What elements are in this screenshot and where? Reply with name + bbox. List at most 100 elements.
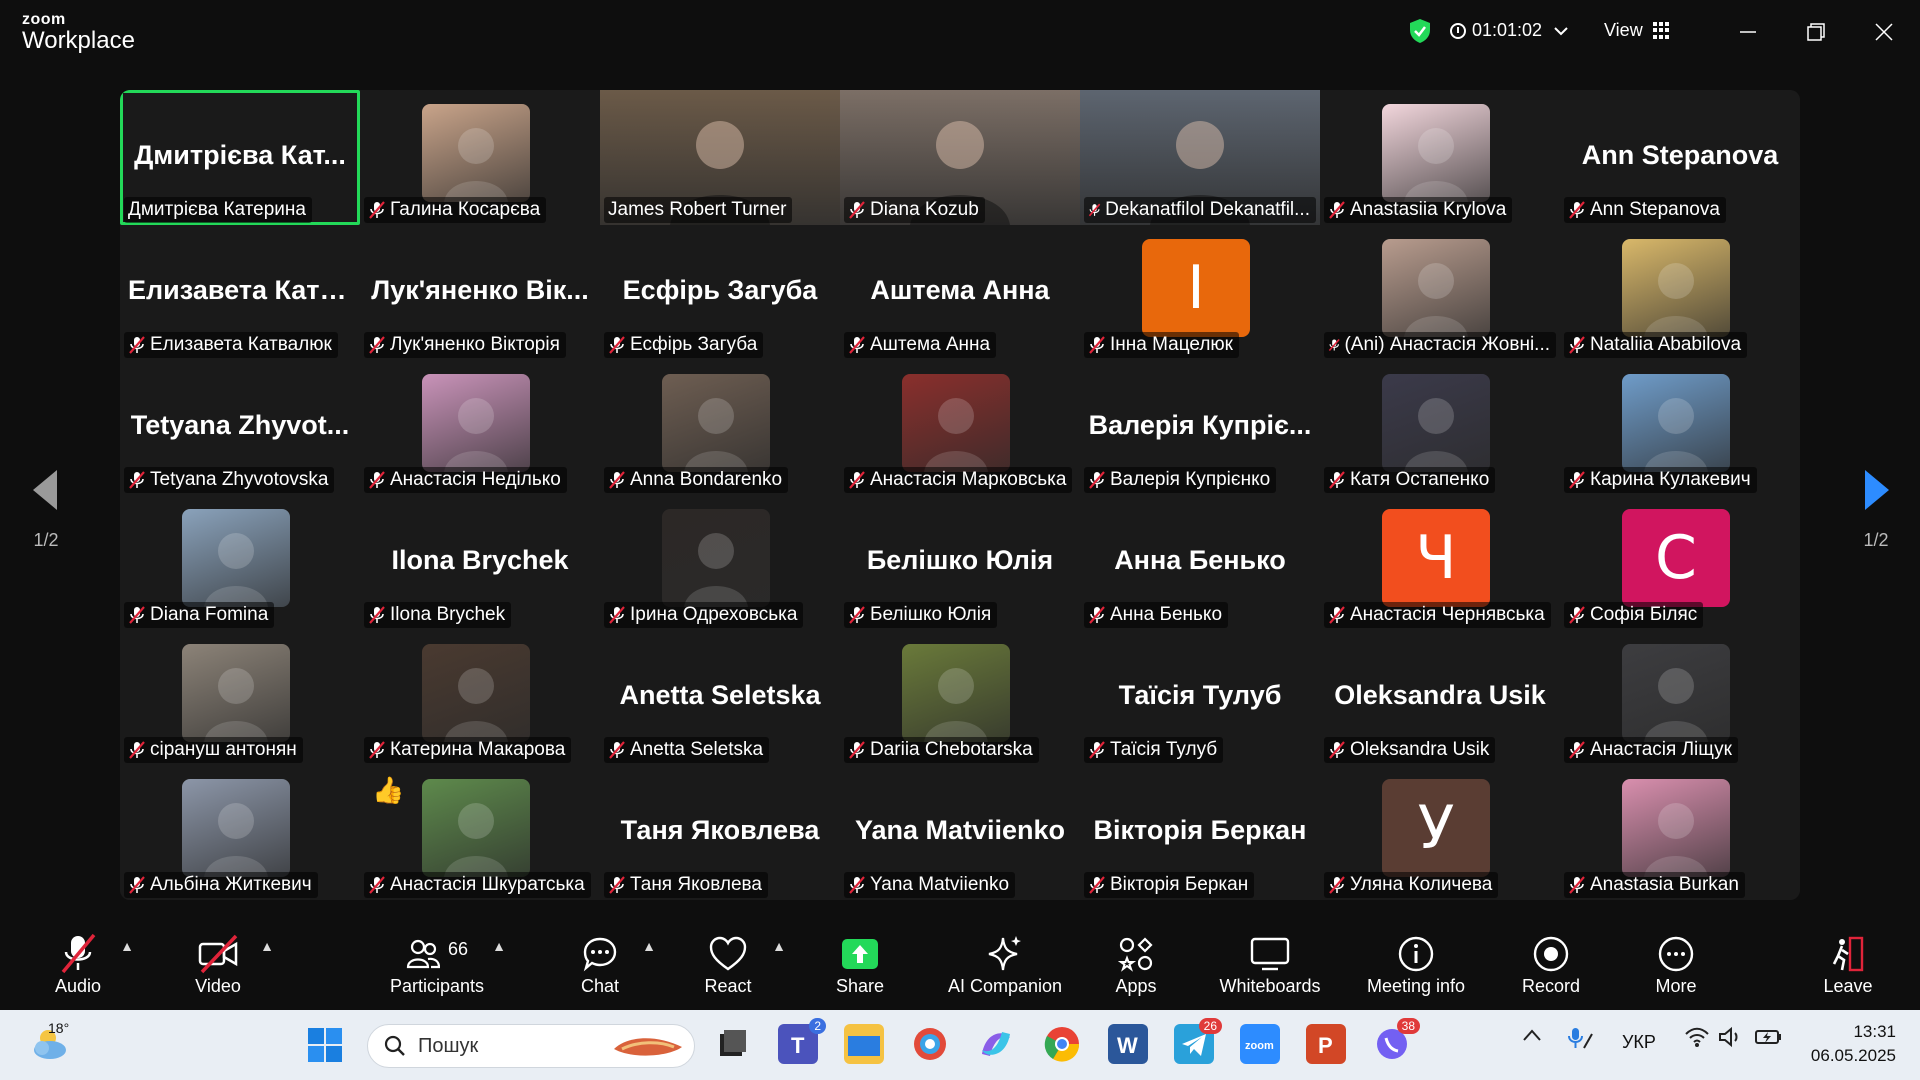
mic-tray-button[interactable] xyxy=(1566,1026,1596,1057)
participant-tile[interactable]: Галина Косарєва xyxy=(360,90,600,225)
participant-tile[interactable]: Ilona Brychek Ilona Brychek xyxy=(360,495,600,630)
participant-tile[interactable]: Вікторія Беркан Вікторія Беркан xyxy=(1080,765,1320,900)
participant-tile[interactable]: Diana Fomina xyxy=(120,495,360,630)
start-button[interactable] xyxy=(306,1026,344,1064)
restore-button[interactable] xyxy=(1798,16,1834,48)
keyboard-language[interactable]: УКР xyxy=(1622,1032,1656,1053)
participant-tile[interactable]: Анна Бенько Анна Бенько xyxy=(1080,495,1320,630)
participant-tile[interactable]: Белішко Юлія Белішко Юлія xyxy=(840,495,1080,630)
participant-tile[interactable]: Anetta Seletska Anetta Seletska xyxy=(600,630,840,765)
leave-button[interactable]: Leave xyxy=(1820,932,1876,997)
participant-tile[interactable]: У Уляна Количева xyxy=(1320,765,1560,900)
copilot-app[interactable] xyxy=(910,1024,950,1064)
participant-name: Ann Stepanova xyxy=(1590,199,1720,220)
chat-options-caret[interactable]: ▲ xyxy=(642,938,656,954)
chrome-app[interactable] xyxy=(1042,1024,1082,1064)
participant-tile[interactable]: Nataliia Ababilova xyxy=(1560,225,1800,360)
participant-tile[interactable]: Таїсія Тулуб Таїсія Тулуб xyxy=(1080,630,1320,765)
participant-tile[interactable]: С Софія Біляс xyxy=(1560,495,1800,630)
meeting-timer[interactable]: 01:01:02 xyxy=(1450,20,1568,41)
tray-overflow-button[interactable] xyxy=(1522,1026,1542,1047)
participant-tile[interactable]: Oleksandra Usik Oleksandra Usik xyxy=(1320,630,1560,765)
close-button[interactable] xyxy=(1866,16,1902,48)
chrome-icon xyxy=(1044,1027,1080,1062)
participant-tile[interactable]: (Ani) Анастасія Жовні... xyxy=(1320,225,1560,360)
participant-tile[interactable]: І Інна Мацелюк xyxy=(1080,225,1320,360)
participant-tile[interactable]: Ч Анастасія Чернявська xyxy=(1320,495,1560,630)
participant-tile[interactable]: Анастасія Неділько xyxy=(360,360,600,495)
ai-companion-button[interactable]: AI Companion xyxy=(940,932,1070,997)
participant-tile[interactable]: Ann Stepanova Ann Stepanova xyxy=(1560,90,1800,225)
react-label: React xyxy=(704,976,752,996)
view-button[interactable]: View xyxy=(1604,20,1671,41)
participant-tile[interactable]: Anna Bondarenko xyxy=(600,360,840,495)
participant-tile[interactable]: Елизавета Катв... Елизавета Катвалюк xyxy=(120,225,360,360)
participant-tile[interactable]: Anastasiia Krylova xyxy=(1320,90,1560,225)
audio-options-caret[interactable]: ▲ xyxy=(120,938,134,954)
record-button[interactable]: Record xyxy=(1518,932,1584,997)
more-button[interactable]: More xyxy=(1650,932,1702,997)
participants-options-caret[interactable]: ▲ xyxy=(492,938,506,954)
task-view-button[interactable] xyxy=(712,1024,752,1064)
video-button[interactable]: Video ▲ xyxy=(188,932,274,997)
weather-widget[interactable]: 18° xyxy=(28,1020,74,1064)
share-button[interactable]: Share xyxy=(830,932,890,997)
audio-button[interactable]: Audio ▲ xyxy=(48,932,134,997)
participant-tile[interactable]: Dariia Chebotarska xyxy=(840,630,1080,765)
participant-tile[interactable]: Катя Остапенко xyxy=(1320,360,1560,495)
teams-app[interactable]: T 2 xyxy=(778,1018,826,1064)
minimize-button[interactable] xyxy=(1730,16,1766,48)
participant-tile[interactable]: Дмитрієва Кат... Дмитрієва Катерина xyxy=(120,90,360,225)
powerpoint-app[interactable]: P xyxy=(1306,1024,1346,1064)
mic-muted-icon xyxy=(1088,203,1101,217)
participant-tile[interactable]: Diana Kozub xyxy=(840,90,1080,225)
mic-muted-icon xyxy=(1329,876,1345,894)
participant-tile[interactable]: Dekanatfilol Dekanatfil... xyxy=(1080,90,1320,225)
viber-app[interactable]: 38 xyxy=(1372,1018,1420,1064)
participant-tile[interactable]: Есфірь Загуба Есфірь Загуба xyxy=(600,225,840,360)
telegram-app[interactable]: 26 xyxy=(1174,1018,1222,1064)
encryption-shield-icon[interactable] xyxy=(1408,18,1432,44)
participant-tile[interactable]: Таня Яковлева Таня Яковлева xyxy=(600,765,840,900)
participant-tile[interactable]: Ірина Одреховська xyxy=(600,495,840,630)
apps-icon xyxy=(1118,937,1153,972)
react-options-caret[interactable]: ▲ xyxy=(772,938,786,954)
mic-muted-icon xyxy=(129,606,145,624)
participant-tile[interactable]: Tetyana Zhyvot... Tetyana Zhyvotovska xyxy=(120,360,360,495)
participant-tile[interactable]: Анастасія Ліщук xyxy=(1560,630,1800,765)
participants-button[interactable]: 66 Participants ▲ xyxy=(382,932,506,997)
zoom-app[interactable]: zoom xyxy=(1240,1024,1280,1064)
participant-tile[interactable]: Альбіна Житкевич xyxy=(120,765,360,900)
participant-tile[interactable]: Anastasia Burkan xyxy=(1560,765,1800,900)
participant-tile[interactable]: Карина Кулакевич xyxy=(1560,360,1800,495)
mic-muted-icon xyxy=(61,933,96,974)
word-app[interactable]: W xyxy=(1108,1024,1148,1064)
participant-tile[interactable]: Аштема Анна Аштема Анна xyxy=(840,225,1080,360)
participant-tile[interactable]: 👍 Анастасія Шкуратська xyxy=(360,765,600,900)
mic-muted-icon xyxy=(129,741,145,759)
participant-tile[interactable]: Yana Matviienko Yana Matviienko xyxy=(840,765,1080,900)
system-clock[interactable]: 13:31 06.05.2025 xyxy=(1800,1020,1896,1068)
participant-tile[interactable]: сірануш антонян xyxy=(120,630,360,765)
participant-tile[interactable]: Катерина Макарова xyxy=(360,630,600,765)
participant-avatar-photo xyxy=(1622,779,1730,877)
chat-button[interactable]: Chat ▲ xyxy=(570,932,656,997)
video-options-caret[interactable]: ▲ xyxy=(260,938,274,954)
copilot-m365-app[interactable] xyxy=(976,1024,1016,1064)
meeting-info-button[interactable]: Meeting info xyxy=(1360,932,1472,997)
next-page-control[interactable]: 1/2 xyxy=(1846,470,1906,551)
taskbar-search-box[interactable]: Пошук xyxy=(367,1024,695,1068)
apps-button[interactable]: Apps xyxy=(1108,932,1164,997)
volume-button[interactable] xyxy=(1718,1026,1744,1053)
file-explorer-app[interactable] xyxy=(844,1024,884,1064)
wifi-button[interactable] xyxy=(1684,1026,1710,1053)
prev-page-control[interactable]: 1/2 xyxy=(16,470,76,551)
react-button[interactable]: React ▲ xyxy=(696,932,786,997)
whiteboards-button[interactable]: Whiteboards xyxy=(1212,932,1328,997)
battery-button[interactable] xyxy=(1754,1026,1784,1053)
clock-time: 13:31 xyxy=(1853,1022,1896,1041)
participant-tile[interactable]: Анастасія Марковська xyxy=(840,360,1080,495)
participant-tile[interactable]: Валерія Купріє... Валерія Купрієнко xyxy=(1080,360,1320,495)
participant-tile[interactable]: Лук'яненко Вік... Лук'яненко Вікторія xyxy=(360,225,600,360)
participant-tile[interactable]: James Robert Turner xyxy=(600,90,840,225)
